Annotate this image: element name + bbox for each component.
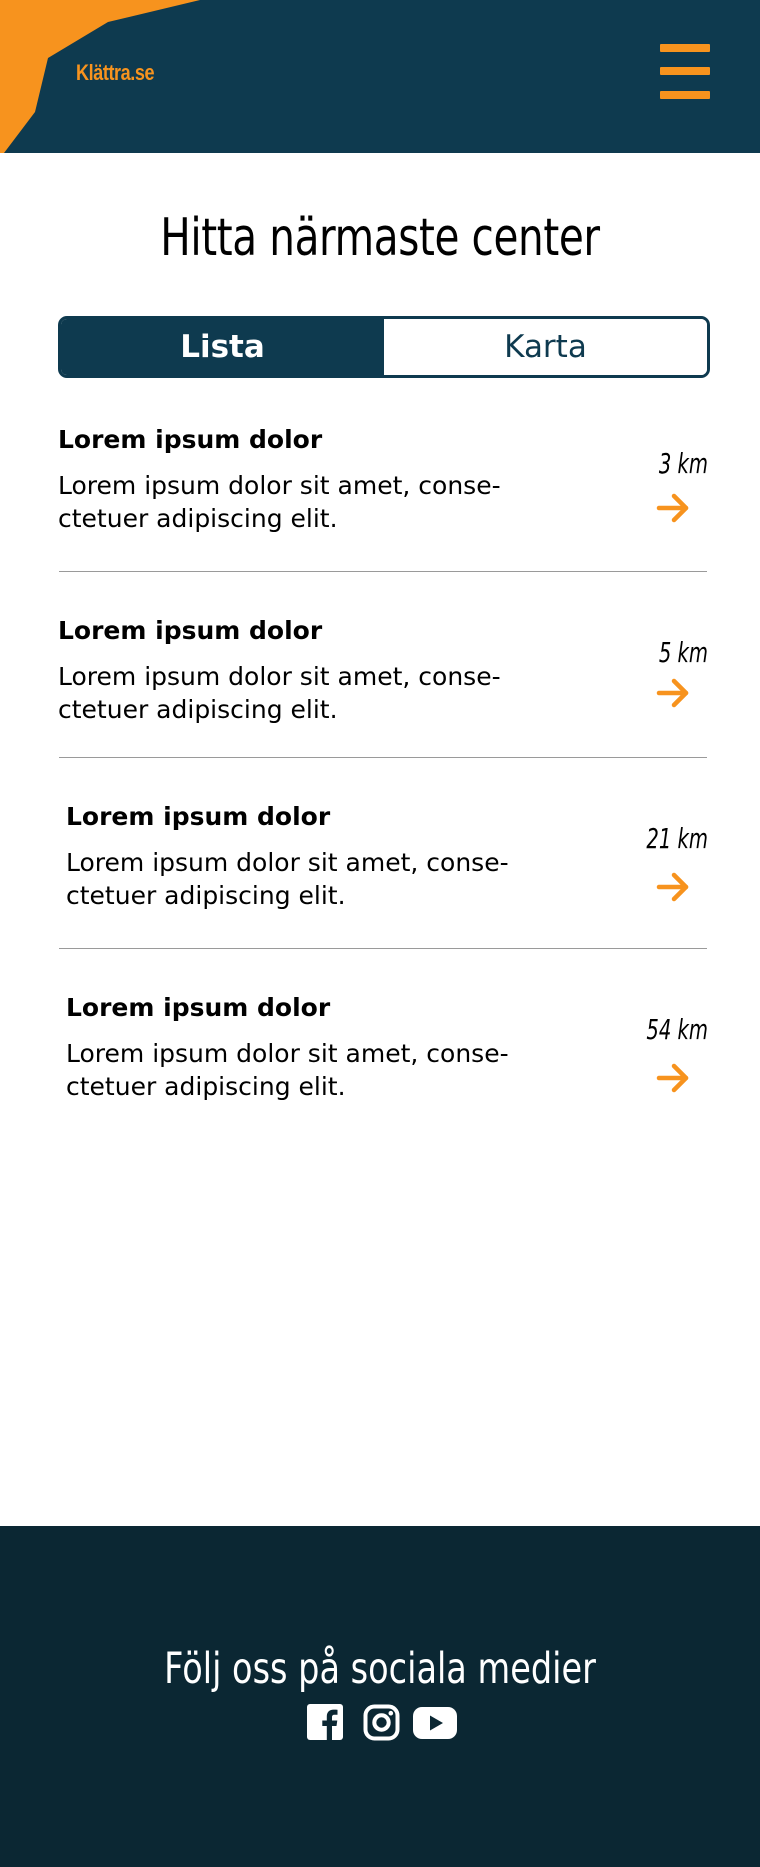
item-description-line: ctetuer adipiscing elit.: [66, 881, 346, 910]
item-description: Lorem ipsum dolor sit amet, conse-ctetue…: [58, 660, 518, 726]
footer-title: Följ oss på sociala medier: [164, 1644, 596, 1694]
page-title: Hitta närmaste center: [160, 208, 600, 268]
arrow-right-icon[interactable]: [656, 493, 690, 523]
arrow-right-icon[interactable]: [656, 678, 690, 708]
site-logo[interactable]: Klättra.se: [76, 60, 155, 86]
instagram-icon[interactable]: [363, 1704, 400, 1741]
arrow-right-icon[interactable]: [656, 1063, 690, 1093]
site-header: Klättra.se: [0, 0, 760, 153]
list-item[interactable]: Lorem ipsum dolor Lorem ipsum dolor sit …: [66, 993, 708, 1103]
menu-bar-line: [660, 44, 710, 52]
item-title: Lorem ipsum dolor: [66, 802, 331, 831]
item-description-line: ctetuer adipiscing elit.: [66, 1072, 346, 1101]
item-description: Lorem ipsum dolor sit amet, conse-ctetue…: [66, 846, 526, 912]
list-divider: [59, 757, 707, 758]
list-divider: [59, 571, 707, 572]
item-description-line: ctetuer adipiscing elit.: [58, 504, 338, 533]
item-description: Lorem ipsum dolor sit amet, conse-ctetue…: [66, 1037, 526, 1103]
item-description-line: Lorem ipsum dolor sit amet, conse-: [58, 662, 501, 691]
item-description: Lorem ipsum dolor sit amet, conse-ctetue…: [58, 469, 518, 535]
list-item[interactable]: Lorem ipsum dolor Lorem ipsum dolor sit …: [58, 425, 708, 535]
item-title: Lorem ipsum dolor: [58, 425, 323, 454]
item-title: Lorem ipsum dolor: [58, 616, 323, 645]
item-distance: 54 km: [646, 1013, 708, 1046]
tab-lista[interactable]: Lista: [61, 319, 384, 375]
tab-karta[interactable]: Karta: [384, 319, 707, 375]
item-description-line: Lorem ipsum dolor sit amet, conse-: [66, 848, 509, 877]
facebook-icon[interactable]: [307, 1704, 343, 1740]
site-footer: Följ oss på sociala medier: [0, 1526, 760, 1867]
item-distance: 21 km: [646, 822, 708, 855]
view-toggle: Lista Karta: [58, 316, 710, 378]
youtube-icon[interactable]: [413, 1707, 457, 1739]
item-description-line: Lorem ipsum dolor sit amet, conse-: [66, 1039, 509, 1068]
item-description-line: ctetuer adipiscing elit.: [58, 695, 338, 724]
list-divider: [59, 948, 707, 949]
arrow-right-icon[interactable]: [656, 872, 690, 902]
item-distance: 3 km: [658, 447, 708, 480]
list-item[interactable]: Lorem ipsum dolor Lorem ipsum dolor sit …: [66, 802, 708, 912]
hamburger-menu-icon[interactable]: [654, 40, 714, 110]
menu-bar-line: [660, 67, 710, 75]
menu-bar-line: [660, 91, 710, 99]
item-description-line: Lorem ipsum dolor sit amet, conse-: [58, 471, 501, 500]
list-item[interactable]: Lorem ipsum dolor Lorem ipsum dolor sit …: [58, 616, 708, 726]
item-distance: 5 km: [658, 636, 708, 669]
item-title: Lorem ipsum dolor: [66, 993, 331, 1022]
